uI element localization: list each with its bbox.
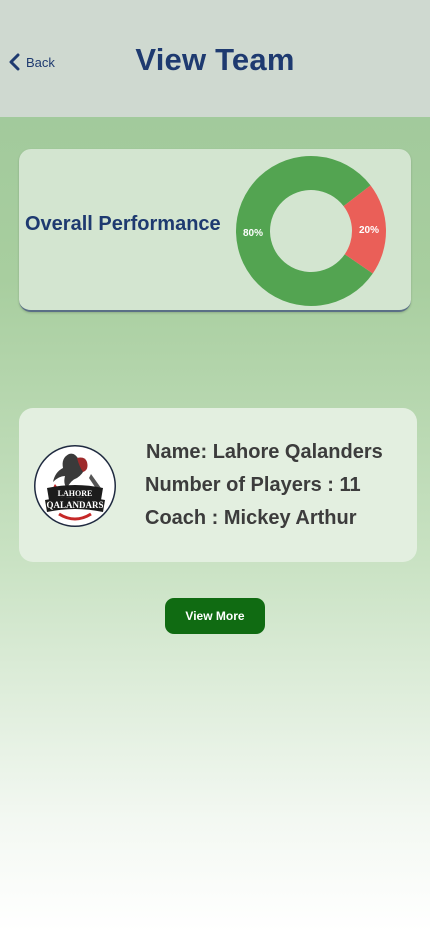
header-bar: Back View Team (0, 0, 430, 117)
performance-donut-chart: 80% 20% (236, 156, 386, 306)
team-card[interactable]: LAHORE QALANDARS Name: Lahore Qalanders … (19, 408, 417, 562)
donut-label-1: 20% (359, 225, 379, 236)
team-logo: LAHORE QALANDARS (34, 445, 116, 527)
view-more-button[interactable]: View More (165, 598, 265, 634)
performance-card: Overall Performance 80% 20% (19, 149, 411, 312)
team-coach: Coach : Mickey Arthur (145, 507, 357, 529)
svg-text:QALANDARS: QALANDARS (46, 500, 103, 510)
performance-label: Overall Performance (25, 213, 221, 235)
page-title: View Team (135, 42, 295, 77)
team-player-count: Number of Players : 11 (145, 474, 361, 496)
donut-label-0: 80% (243, 228, 263, 239)
svg-text:LAHORE: LAHORE (58, 489, 93, 498)
team-name: Name: Lahore Qalanders (146, 441, 383, 463)
